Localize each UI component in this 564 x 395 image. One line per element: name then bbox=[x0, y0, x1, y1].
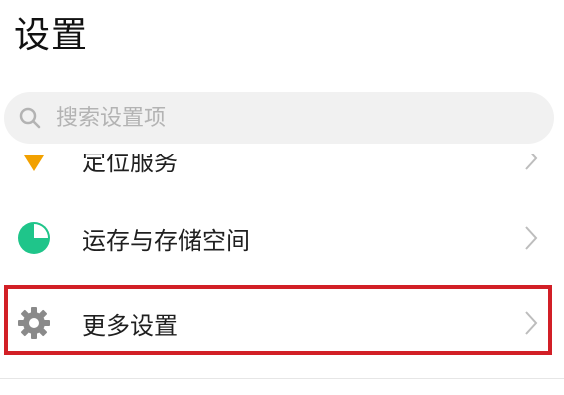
chevron-right-icon bbox=[525, 226, 538, 250]
divider bbox=[0, 378, 564, 379]
storage-pie-icon bbox=[16, 220, 52, 256]
search-icon bbox=[19, 107, 41, 129]
gear-icon bbox=[16, 305, 52, 341]
chevron-right-icon bbox=[525, 311, 538, 335]
settings-item-label: 更多设置 bbox=[82, 311, 178, 340]
settings-item-label: 定位服务 bbox=[82, 148, 178, 176]
settings-item-more-settings[interactable]: 更多设置 bbox=[0, 283, 564, 363]
search-input[interactable] bbox=[54, 104, 518, 132]
location-icon bbox=[16, 154, 52, 180]
settings-item-label: 运存与存储空间 bbox=[82, 226, 250, 255]
chevron-right-icon bbox=[525, 154, 538, 170]
search-bar[interactable] bbox=[4, 92, 554, 144]
settings-item-storage[interactable]: 运存与存储空间 bbox=[0, 198, 564, 278]
page-title: 设置 bbox=[14, 15, 89, 56]
